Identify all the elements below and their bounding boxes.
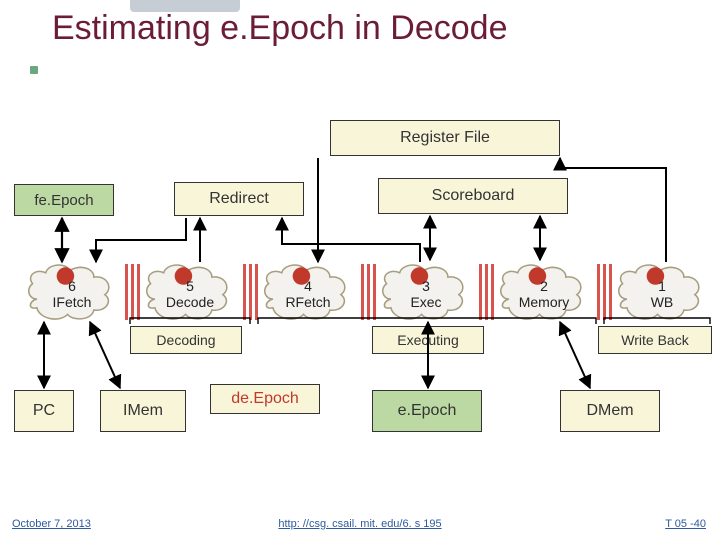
de-epoch-box: de.Epoch [210,384,320,414]
title-text: Estimating e.Epoch in Decode [52,9,507,47]
stage-ifetch: 6IFetch [26,264,118,320]
stage-name: IFetch [53,294,92,310]
stage-name: WB [651,294,674,310]
stage-num: 1 [658,278,666,294]
stage-name: Memory [519,294,570,310]
stage-decode: 5Decode [144,264,236,320]
stage-wb: 1WB [616,264,708,320]
pc-box: PC [14,390,74,432]
stage-rfetch: 4RFetch [262,264,354,320]
fifo [357,264,381,320]
fifo [239,264,263,320]
phase-executing-box: Executing [372,326,484,354]
redirect-box: Redirect [174,182,304,216]
fe-epoch-box: fe.Epoch [14,184,114,216]
slide-title: Estimating e.Epoch in Decode [52,8,507,49]
stage-name: Exec [410,294,441,310]
register-file-label: Register File [400,129,490,147]
e-epoch-box: e.Epoch [372,390,482,432]
stage-num: 2 [540,278,548,294]
pc-label: PC [33,402,55,420]
stage-num: 6 [68,278,76,294]
phase-writeback-label: Write Back [621,332,688,348]
fifo [593,264,617,320]
stage-memory: 2Memory [498,264,590,320]
stage-name: RFetch [285,294,330,310]
imem-label: IMem [123,402,163,420]
stage-num: 5 [186,278,194,294]
imem-box: IMem [100,390,186,432]
redirect-label: Redirect [209,190,269,208]
register-file-box: Register File [330,120,560,156]
e-epoch-label: e.Epoch [398,402,457,420]
stage-exec: 3Exec [380,264,472,320]
dmem-label: DMem [586,402,633,420]
dmem-box: DMem [560,390,660,432]
phase-executing-label: Executing [397,332,458,348]
fifo [475,264,499,320]
fe-epoch-label: fe.Epoch [34,192,93,209]
footer-url: http: //csg. csail. mit. edu/6. s 195 [0,518,720,530]
scoreboard-label: Scoreboard [432,187,515,205]
stage-name: Decode [166,294,214,310]
phase-decoding-box: Decoding [130,326,242,354]
footer-page: T 05 -40 [665,518,706,530]
fifo [121,264,145,320]
de-epoch-label: de.Epoch [231,390,299,408]
stage-num: 4 [304,278,312,294]
phase-writeback-box: Write Back [598,326,712,354]
title-bullet-decor [30,66,38,74]
scoreboard-box: Scoreboard [378,178,568,214]
phase-decoding-label: Decoding [156,332,215,348]
stage-num: 3 [422,278,430,294]
